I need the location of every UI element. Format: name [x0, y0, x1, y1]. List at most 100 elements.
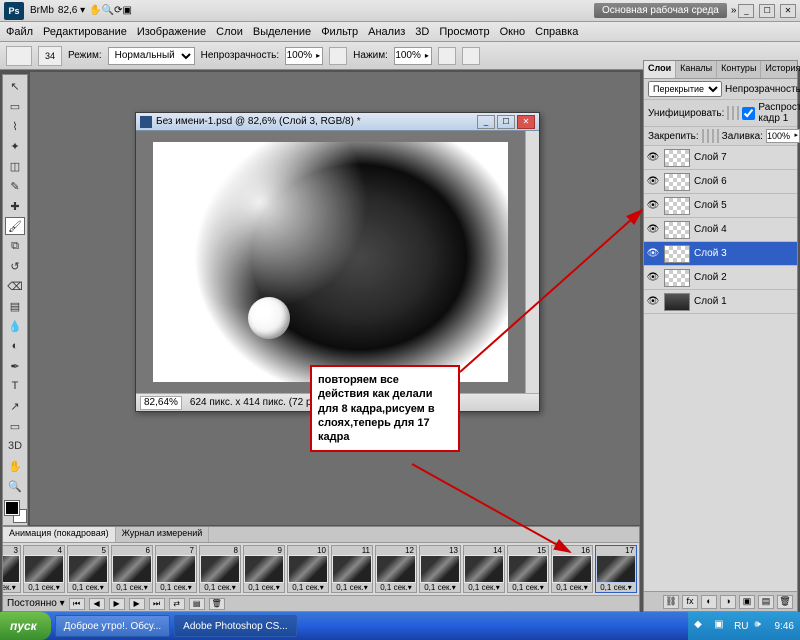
animation-frame[interactable]: 70,1 сек.▾	[155, 545, 197, 593]
unify-style-icon[interactable]	[737, 106, 739, 120]
adjustment-layer-icon[interactable]: ◑	[720, 595, 736, 609]
doc-minimize-button[interactable]: _	[477, 115, 495, 129]
tray-icon[interactable]: ◆	[694, 619, 708, 633]
anim-tab[interactable]: Журнал измерений	[116, 527, 210, 542]
doc-maximize-button[interactable]: ☐	[497, 115, 515, 129]
lock-pixels-icon[interactable]	[707, 129, 709, 143]
anim-tab[interactable]: Анимация (покадровая)	[3, 527, 116, 542]
frame-delay[interactable]: 0,1 сек.▾	[200, 583, 240, 592]
layer-row[interactable]: 👁Слой 5	[644, 194, 797, 218]
animation-frame[interactable]: 50,1 сек.▾	[67, 545, 109, 593]
tween-button[interactable]: ⇄	[169, 598, 185, 610]
dodge-tool[interactable]: ◐	[5, 337, 25, 355]
lock-transparency-icon[interactable]	[702, 129, 704, 143]
shape-tool[interactable]: ▭	[5, 417, 25, 435]
frame-delay[interactable]: 0,1 сек.▾	[552, 583, 592, 592]
layer-row[interactable]: 👁Слой 6	[644, 170, 797, 194]
brush-preset-icon[interactable]	[6, 46, 32, 66]
hand-tool[interactable]: ✋	[5, 457, 25, 475]
layer-blend-select[interactable]: Перекрытие	[648, 81, 722, 97]
menu-просмотр[interactable]: Просмотр	[439, 26, 489, 38]
link-layers-icon[interactable]: ⛓	[663, 595, 679, 609]
animation-frame[interactable]: 90,1 сек.▾	[243, 545, 285, 593]
pressure-size-icon[interactable]	[462, 47, 480, 65]
bridge-icon[interactable]: Br	[30, 5, 40, 16]
menu-слои[interactable]: Слои	[216, 26, 243, 38]
animation-frame[interactable]: 80,1 сек.▾	[199, 545, 241, 593]
menu-фильтр[interactable]: Фильтр	[321, 26, 358, 38]
path-tool[interactable]: ↗	[5, 397, 25, 415]
layer-thumbnail[interactable]	[664, 197, 690, 215]
animation-frame[interactable]: 110,1 сек.▾	[331, 545, 373, 593]
layer-thumbnail[interactable]	[664, 149, 690, 167]
animation-frame[interactable]: 40,1 сек.▾	[23, 545, 65, 593]
frame-delay[interactable]: 0,1 сек.▾	[420, 583, 460, 592]
visibility-eye-icon[interactable]: 👁	[646, 176, 660, 187]
visibility-eye-icon[interactable]: 👁	[646, 248, 660, 259]
layer-thumbnail[interactable]	[664, 269, 690, 287]
layer-thumbnail[interactable]	[664, 173, 690, 191]
opacity-input[interactable]: 100%	[285, 47, 323, 65]
mb-icon[interactable]: Mb	[40, 5, 54, 16]
last-frame-button[interactable]: ⏭	[149, 598, 165, 610]
blend-mode-select[interactable]: Нормальный	[108, 47, 195, 65]
frame-delay[interactable]: 0,1 сек.▾	[112, 583, 152, 592]
play-button[interactable]: ▶	[109, 598, 125, 610]
menu-окно[interactable]: Окно	[500, 26, 526, 38]
loop-select[interactable]: Постоянно ▾	[7, 598, 65, 609]
panel-tab[interactable]: Контуры	[717, 61, 761, 78]
flow-input[interactable]: 100%	[394, 47, 432, 65]
airbrush-icon[interactable]	[438, 47, 456, 65]
frame-delay[interactable]: 0,1 сек.▾	[464, 583, 504, 592]
visibility-eye-icon[interactable]: 👁	[646, 152, 660, 163]
doc-close-button[interactable]: ✕	[517, 115, 535, 129]
doc-zoom[interactable]: 82,6 ▾	[54, 5, 89, 16]
visibility-eye-icon[interactable]: 👁	[646, 296, 660, 307]
menu-редактирование[interactable]: Редактирование	[43, 26, 127, 38]
unify-visibility-icon[interactable]	[732, 106, 734, 120]
canvas[interactable]	[153, 142, 508, 382]
blur-tool[interactable]: 💧	[5, 317, 25, 335]
document-titlebar[interactable]: Без имени-1.psd @ 82,6% (Слой 3, RGB/8) …	[136, 113, 539, 131]
delete-frame-button[interactable]: 🗑	[209, 598, 225, 610]
layer-thumbnail[interactable]	[664, 293, 690, 311]
delete-layer-icon[interactable]: 🗑	[777, 595, 793, 609]
frame-delay[interactable]: 0,1 сек.▾	[288, 583, 328, 592]
menu-выделение[interactable]: Выделение	[253, 26, 311, 38]
crop-tool[interactable]: ◫	[5, 157, 25, 175]
frame-delay[interactable]: 0,1 сек.▾	[156, 583, 196, 592]
layer-row[interactable]: 👁Слой 2	[644, 266, 797, 290]
layer-row[interactable]: 👁Слой 1	[644, 290, 797, 314]
eyedropper-tool[interactable]: ✎	[5, 177, 25, 195]
frame-delay[interactable]: 0,1 сек.▾	[596, 583, 636, 592]
taskbar-task[interactable]: Доброе утро!. Обсу...	[55, 615, 170, 637]
layer-row[interactable]: 👁Слой 3	[644, 242, 797, 266]
animation-frame[interactable]: 170,1 сек.▾	[595, 545, 637, 593]
hand-icon[interactable]: ✋	[89, 5, 101, 16]
visibility-eye-icon[interactable]: 👁	[646, 224, 660, 235]
healing-tool[interactable]: ✚	[5, 197, 25, 215]
canvas-viewport[interactable]	[136, 131, 525, 393]
tray-icon[interactable]: 🕪	[755, 619, 769, 633]
pen-tool[interactable]: ✒	[5, 357, 25, 375]
prev-frame-button[interactable]: ◀	[89, 598, 105, 610]
color-swatch[interactable]	[5, 501, 27, 523]
unify-position-icon[interactable]	[727, 106, 729, 120]
stamp-tool[interactable]: ⧉	[5, 237, 25, 255]
maximize-button[interactable]: ☐	[759, 4, 775, 18]
history-brush-tool[interactable]: ↺	[5, 257, 25, 275]
minimize-button[interactable]: _	[738, 4, 754, 18]
animation-frame[interactable]: 130,1 сек.▾	[419, 545, 461, 593]
brush-size[interactable]: 34	[38, 46, 62, 66]
menu-изображение[interactable]: Изображение	[137, 26, 206, 38]
animation-frame[interactable]: 140,1 сек.▾	[463, 545, 505, 593]
lock-position-icon[interactable]	[712, 129, 714, 143]
pressure-opacity-icon[interactable]	[329, 47, 347, 65]
brush-tool[interactable]: 🖌	[5, 217, 25, 235]
rotate-icon[interactable]: ⟳	[114, 5, 122, 16]
fill-input[interactable]: 100%	[766, 129, 800, 143]
marquee-tool[interactable]: ▭	[5, 97, 25, 115]
new-layer-icon[interactable]: ▤	[758, 595, 774, 609]
animation-frame[interactable]: 150,1 сек.▾	[507, 545, 549, 593]
vertical-scrollbar[interactable]	[525, 131, 539, 393]
